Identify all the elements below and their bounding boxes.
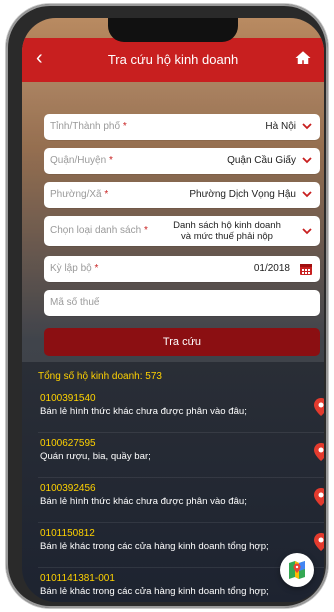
- list-item-code: 0100392456: [40, 483, 96, 494]
- list-item-code: 0100391540: [40, 393, 96, 404]
- district-value: Quận Cầu Giấy: [227, 155, 296, 166]
- google-maps-button[interactable]: [280, 553, 314, 587]
- district-label: Quận/Huyện *: [50, 155, 113, 166]
- map-pin-icon[interactable]: [314, 533, 324, 551]
- province-value: Hà Nội: [265, 121, 296, 132]
- list-item-desc: Quán rượu, bia, quầy bar;: [40, 451, 151, 462]
- list-item-desc: Bán lẻ khác trong các cửa hàng kinh doan…: [40, 541, 269, 552]
- chevron-down-icon: [302, 191, 312, 198]
- province-select[interactable]: Tỉnh/Thành phố * Hà Nội: [44, 114, 320, 140]
- app-header: ‹ Tra cứu hộ kinh doanh: [22, 38, 324, 82]
- period-field[interactable]: Kỳ lập bộ * 01/2018: [44, 256, 320, 282]
- ward-label: Phường/Xã *: [50, 189, 109, 200]
- chevron-down-icon: [302, 123, 312, 130]
- list-type-select[interactable]: Chọn loại danh sách * Danh sách hộ kinh …: [44, 216, 320, 246]
- period-label: Kỳ lập bộ *: [50, 263, 99, 274]
- results-total: Tổng số hộ kinh doanh: 573: [38, 371, 162, 382]
- list-item-desc: Bán lẻ khác trong các cửa hàng kinh doan…: [40, 586, 269, 597]
- list-item[interactable]: 0100391540 Bán lẻ hình thức khác chưa đư…: [38, 388, 324, 433]
- ward-select[interactable]: Phường/Xã * Phường Dịch Vọng Hậu: [44, 182, 320, 208]
- phone-frame: ‹ Tra cứu hộ kinh doanh Tỉnh/Thành phố *…: [6, 4, 328, 608]
- list-item[interactable]: 0100392456 Bán lẻ hình thức khác chưa đư…: [38, 478, 324, 523]
- list-item-desc: Bán lẻ hình thức khác chưa được phân vào…: [40, 406, 247, 417]
- calendar-icon[interactable]: [299, 262, 313, 276]
- tax-code-input[interactable]: Mã số thuế: [44, 290, 320, 316]
- list-item-code: 0100627595: [40, 438, 96, 449]
- list-type-value-line2: và mức thuế phải nộp: [181, 231, 273, 242]
- ward-value: Phường Dịch Vọng Hậu: [189, 189, 296, 200]
- period-value: 01/2018: [253, 263, 290, 274]
- list-type-value-line1: Danh sách hộ kinh doanh: [173, 220, 281, 231]
- tax-code-placeholder: Mã số thuế: [50, 297, 100, 308]
- map-pin-icon[interactable]: [314, 398, 324, 416]
- map-pin-icon[interactable]: [314, 488, 324, 506]
- home-icon[interactable]: [294, 49, 312, 67]
- province-label: Tỉnh/Thành phố *: [50, 121, 127, 132]
- list-type-value: Danh sách hộ kinh doanh và mức thuế phải…: [152, 220, 302, 242]
- chevron-down-icon: [302, 157, 312, 164]
- list-item-code: 0101141381-001: [40, 573, 115, 584]
- list-item-code: 0101150812: [40, 528, 95, 539]
- chevron-down-icon: [302, 228, 312, 235]
- page-title: Tra cứu hộ kinh doanh: [107, 52, 239, 67]
- list-type-label: Chọn loại danh sách *: [50, 225, 148, 236]
- google-maps-icon: [289, 561, 305, 579]
- list-item[interactable]: 0100627595 Quán rượu, bia, quầy bar;: [38, 433, 324, 478]
- app-screen: ‹ Tra cứu hộ kinh doanh Tỉnh/Thành phố *…: [22, 18, 324, 602]
- phone-notch: [108, 18, 238, 42]
- district-select[interactable]: Quận/Huyện * Quận Cầu Giấy: [44, 148, 320, 174]
- search-button[interactable]: Tra cứu: [44, 328, 320, 356]
- map-pin-icon[interactable]: [314, 443, 324, 461]
- list-item-desc: Bán lẻ hình thức khác chưa được phân vào…: [40, 496, 247, 507]
- search-form: Tỉnh/Thành phố * Hà Nội Quận/Huyện * Quậ…: [22, 82, 324, 362]
